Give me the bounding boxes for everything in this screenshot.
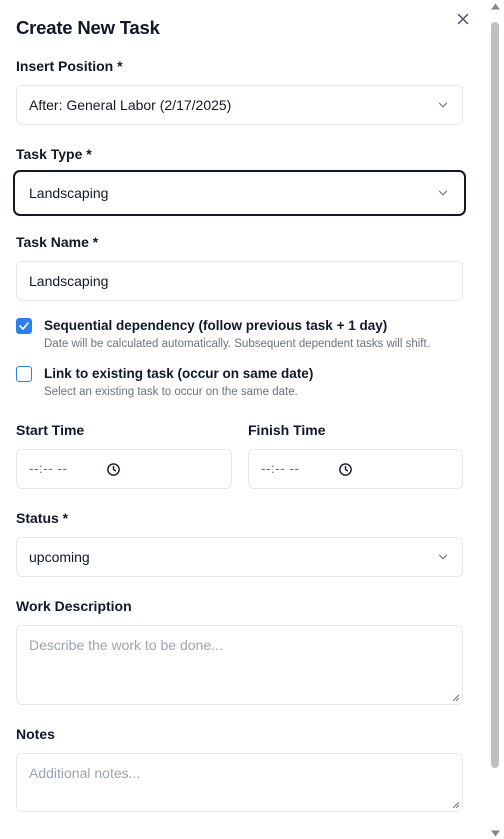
status-value: upcoming [29, 549, 90, 565]
start-time-label: Start Time [16, 422, 85, 438]
insert-position-select[interactable]: After: General Labor (2/17/2025) [16, 85, 463, 125]
status-select[interactable]: upcoming [16, 537, 463, 577]
scroll-up-arrow-icon[interactable] [491, 3, 500, 10]
notes-label: Notes [16, 726, 55, 742]
task-type-label: Task Type * [16, 146, 92, 162]
resize-grip-icon[interactable] [452, 694, 460, 702]
task-type-value: Landscaping [29, 185, 109, 201]
sequential-dependency-checkbox[interactable] [16, 318, 32, 334]
create-task-dialog: Create New Task Insert Position * After:… [0, 0, 504, 839]
sequential-dependency-label[interactable]: Sequential dependency (follow previous t… [44, 318, 387, 333]
resize-grip-icon[interactable] [452, 801, 460, 809]
link-existing-label[interactable]: Link to existing task (occur on same dat… [44, 366, 313, 381]
checkmark-icon [19, 322, 29, 330]
close-icon[interactable] [454, 10, 472, 28]
clock-icon[interactable] [338, 462, 353, 477]
work-description-label: Work Description [16, 598, 132, 614]
link-existing-checkbox[interactable] [16, 366, 32, 382]
insert-position-value: After: General Labor (2/17/2025) [29, 97, 232, 113]
work-description-textarea[interactable]: Describe the work to be done... [16, 625, 463, 705]
notes-textarea[interactable]: Additional notes... [16, 753, 463, 812]
start-time-input[interactable]: --:-- -- [16, 449, 232, 489]
finish-time-input[interactable]: --:-- -- [248, 449, 463, 489]
sequential-dependency-help: Date will be calculated automatically. S… [44, 338, 430, 350]
status-label: Status * [16, 510, 69, 526]
scrollbar-thumb[interactable] [491, 22, 499, 768]
work-description-placeholder: Describe the work to be done... [29, 637, 223, 653]
link-existing-help: Select an existing task to occur on the … [44, 386, 298, 398]
task-name-value: Landscaping [29, 273, 109, 289]
chevron-down-icon [438, 102, 448, 108]
task-type-select[interactable]: Landscaping [13, 170, 466, 216]
finish-time-value: --:-- -- [261, 461, 300, 476]
insert-position-label: Insert Position * [16, 58, 123, 74]
dialog-title: Create New Task [16, 17, 160, 38]
chevron-down-icon [438, 190, 448, 196]
start-time-value: --:-- -- [29, 461, 68, 476]
task-name-input[interactable]: Landscaping [16, 261, 463, 301]
finish-time-label: Finish Time [248, 422, 326, 438]
chevron-down-icon [438, 554, 448, 560]
clock-icon[interactable] [106, 462, 121, 477]
scroll-down-arrow-icon[interactable] [491, 830, 500, 837]
notes-placeholder: Additional notes... [29, 765, 141, 781]
task-name-label: Task Name * [16, 234, 99, 250]
